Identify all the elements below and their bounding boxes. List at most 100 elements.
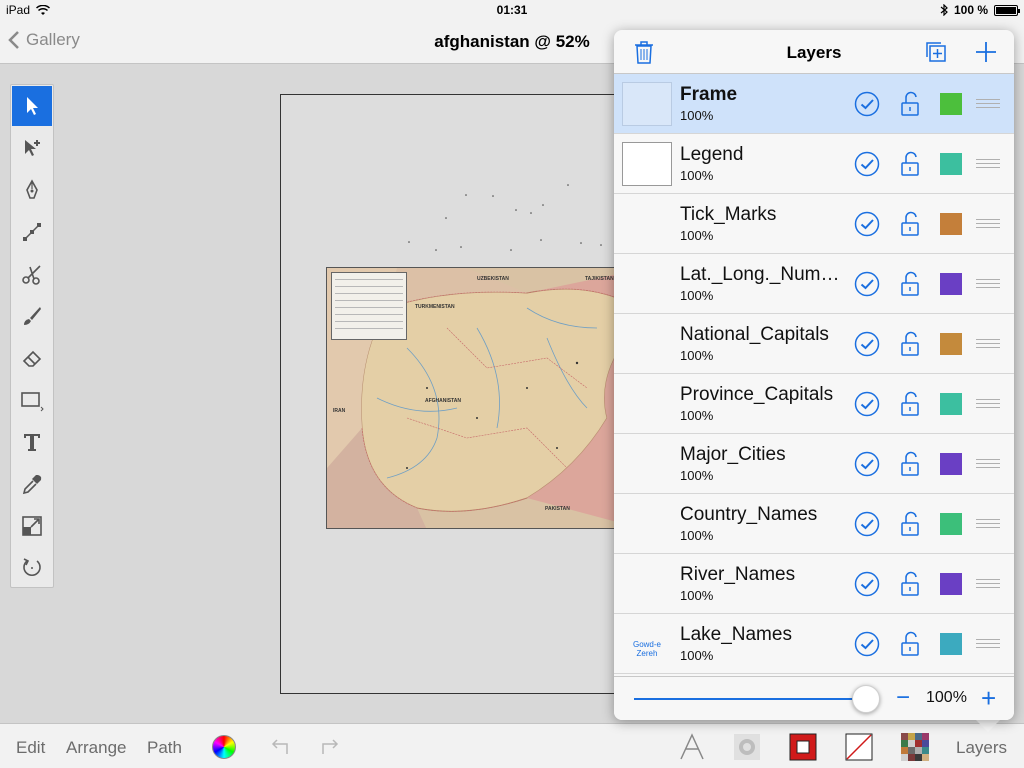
brush-icon: [24, 307, 41, 325]
increase-opacity-button[interactable]: +: [981, 685, 996, 711]
stroke-color-icon[interactable]: [788, 732, 818, 762]
drag-handle-icon[interactable]: [976, 519, 1000, 529]
swatches-icon[interactable]: [900, 732, 930, 762]
rotate-tool[interactable]: [12, 548, 52, 588]
eyedropper-tool[interactable]: [12, 464, 52, 504]
undo-icon[interactable]: [265, 732, 295, 762]
trash-icon[interactable]: [630, 38, 658, 66]
unlocked-icon[interactable]: [898, 390, 922, 418]
point-select-tool[interactable]: [12, 128, 52, 168]
visibility-check-icon[interactable]: [854, 151, 880, 177]
artboard-page[interactable]: UZBEKISTAN TAJIKISTAN TURKMENISTAN AFGHA…: [280, 94, 660, 694]
layer-row[interactable]: River_Names 100%: [614, 554, 1014, 614]
layer-row[interactable]: Gowd-e Zereh Lake_Names 100%: [614, 614, 1014, 674]
node-tool[interactable]: [12, 212, 52, 252]
afghanistan-map[interactable]: UZBEKISTAN TAJIKISTAN TURKMENISTAN AFGHA…: [326, 267, 646, 529]
map-label: PAKISTAN: [545, 506, 570, 512]
layer-name: Major_Cities: [680, 444, 786, 465]
unlocked-icon[interactable]: [898, 90, 922, 118]
map-legend: [331, 272, 407, 340]
gallery-back-button[interactable]: Gallery: [8, 30, 80, 50]
layer-row[interactable]: Tick_Marks 100%: [614, 194, 1014, 254]
layer-color-swatch[interactable]: [940, 453, 962, 475]
drag-handle-icon[interactable]: [976, 279, 1000, 289]
duplicate-layer-icon[interactable]: [922, 38, 950, 66]
layer-color-swatch[interactable]: [940, 213, 962, 235]
layer-thumbnail: [622, 562, 672, 606]
layer-row[interactable]: Country_Names 100%: [614, 494, 1014, 554]
layer-thumbnail: [622, 442, 672, 486]
unlocked-icon[interactable]: [898, 630, 922, 658]
rotate-icon: [23, 558, 41, 576]
eraser-tool[interactable]: [12, 338, 52, 378]
unlocked-icon[interactable]: [898, 450, 922, 478]
text-tool[interactable]: [12, 422, 52, 462]
opacity-slider-thumb[interactable]: [852, 685, 880, 713]
layer-color-swatch[interactable]: [940, 153, 962, 175]
drag-handle-icon[interactable]: [976, 339, 1000, 349]
drag-handle-icon[interactable]: [976, 99, 1000, 109]
unlocked-icon[interactable]: [898, 270, 922, 298]
layer-row[interactable]: National_Capitals 100%: [614, 314, 1014, 374]
scale-tool[interactable]: [12, 506, 52, 546]
status-bar: iPad 01:31 100 %: [0, 0, 1024, 20]
layer-color-swatch[interactable]: [940, 513, 962, 535]
unlocked-icon[interactable]: [898, 150, 922, 178]
layer-color-swatch[interactable]: [940, 333, 962, 355]
drag-handle-icon[interactable]: [976, 579, 1000, 589]
drag-handle-icon[interactable]: [976, 459, 1000, 469]
visibility-check-icon[interactable]: [854, 451, 880, 477]
select-tool[interactable]: [12, 86, 52, 126]
text-style-icon[interactable]: [677, 732, 707, 762]
layer-color-swatch[interactable]: [940, 573, 962, 595]
visibility-check-icon[interactable]: [854, 571, 880, 597]
visibility-check-icon[interactable]: [854, 91, 880, 117]
layer-row[interactable]: Frame 100%: [614, 74, 1014, 134]
opacity-slider-track[interactable]: [634, 698, 864, 700]
layer-name: River_Names: [680, 564, 796, 585]
unlocked-icon[interactable]: [898, 570, 922, 598]
layer-row[interactable]: Legend 100%: [614, 134, 1014, 194]
popover-arrow: [974, 718, 1002, 732]
redo-icon[interactable]: [315, 732, 345, 762]
unlocked-icon[interactable]: [898, 330, 922, 358]
layer-opacity: 100%: [680, 468, 714, 483]
visibility-check-icon[interactable]: [854, 211, 880, 237]
drag-handle-icon[interactable]: [976, 639, 1000, 649]
drag-handle-icon[interactable]: [976, 399, 1000, 409]
decrease-opacity-button[interactable]: −: [896, 686, 910, 710]
visibility-check-icon[interactable]: [854, 511, 880, 537]
gear-settings-icon[interactable]: [732, 732, 762, 762]
layer-color-swatch[interactable]: [940, 273, 962, 295]
visibility-check-icon[interactable]: [854, 631, 880, 657]
node-path-icon: [23, 223, 41, 241]
unlocked-icon[interactable]: [898, 210, 922, 238]
drag-handle-icon[interactable]: [976, 219, 1000, 229]
edit-menu-button[interactable]: Edit: [16, 738, 45, 758]
brush-tool[interactable]: [12, 296, 52, 336]
visibility-check-icon[interactable]: [854, 331, 880, 357]
scissors-tool[interactable]: [12, 254, 52, 294]
fill-none-icon[interactable]: [844, 732, 874, 762]
unlocked-icon[interactable]: [898, 510, 922, 538]
layer-row[interactable]: Major_Cities 100%: [614, 434, 1014, 494]
arrange-menu-button[interactable]: Arrange: [66, 738, 126, 758]
layers-menu-button[interactable]: Layers: [956, 738, 1007, 758]
layer-row[interactable]: Province_Capitals 100%: [614, 374, 1014, 434]
layer-row[interactable]: Lat._Long._Num… 100%: [614, 254, 1014, 314]
layer-thumbnail-text: Gowd-e Zereh: [632, 640, 661, 658]
add-layer-icon[interactable]: [972, 38, 1000, 66]
color-wheel-icon[interactable]: [212, 735, 236, 759]
layer-color-swatch[interactable]: [940, 393, 962, 415]
pen-tool[interactable]: [12, 170, 52, 210]
battery-percent: 100 %: [953, 3, 988, 17]
layer-thumbnail: [622, 202, 672, 246]
visibility-check-icon[interactable]: [854, 271, 880, 297]
shape-tool[interactable]: [12, 380, 52, 420]
layer-name: Legend: [680, 144, 744, 165]
layer-color-swatch[interactable]: [940, 633, 962, 655]
drag-handle-icon[interactable]: [976, 159, 1000, 169]
path-menu-button[interactable]: Path: [147, 738, 182, 758]
layer-color-swatch[interactable]: [940, 93, 962, 115]
visibility-check-icon[interactable]: [854, 391, 880, 417]
